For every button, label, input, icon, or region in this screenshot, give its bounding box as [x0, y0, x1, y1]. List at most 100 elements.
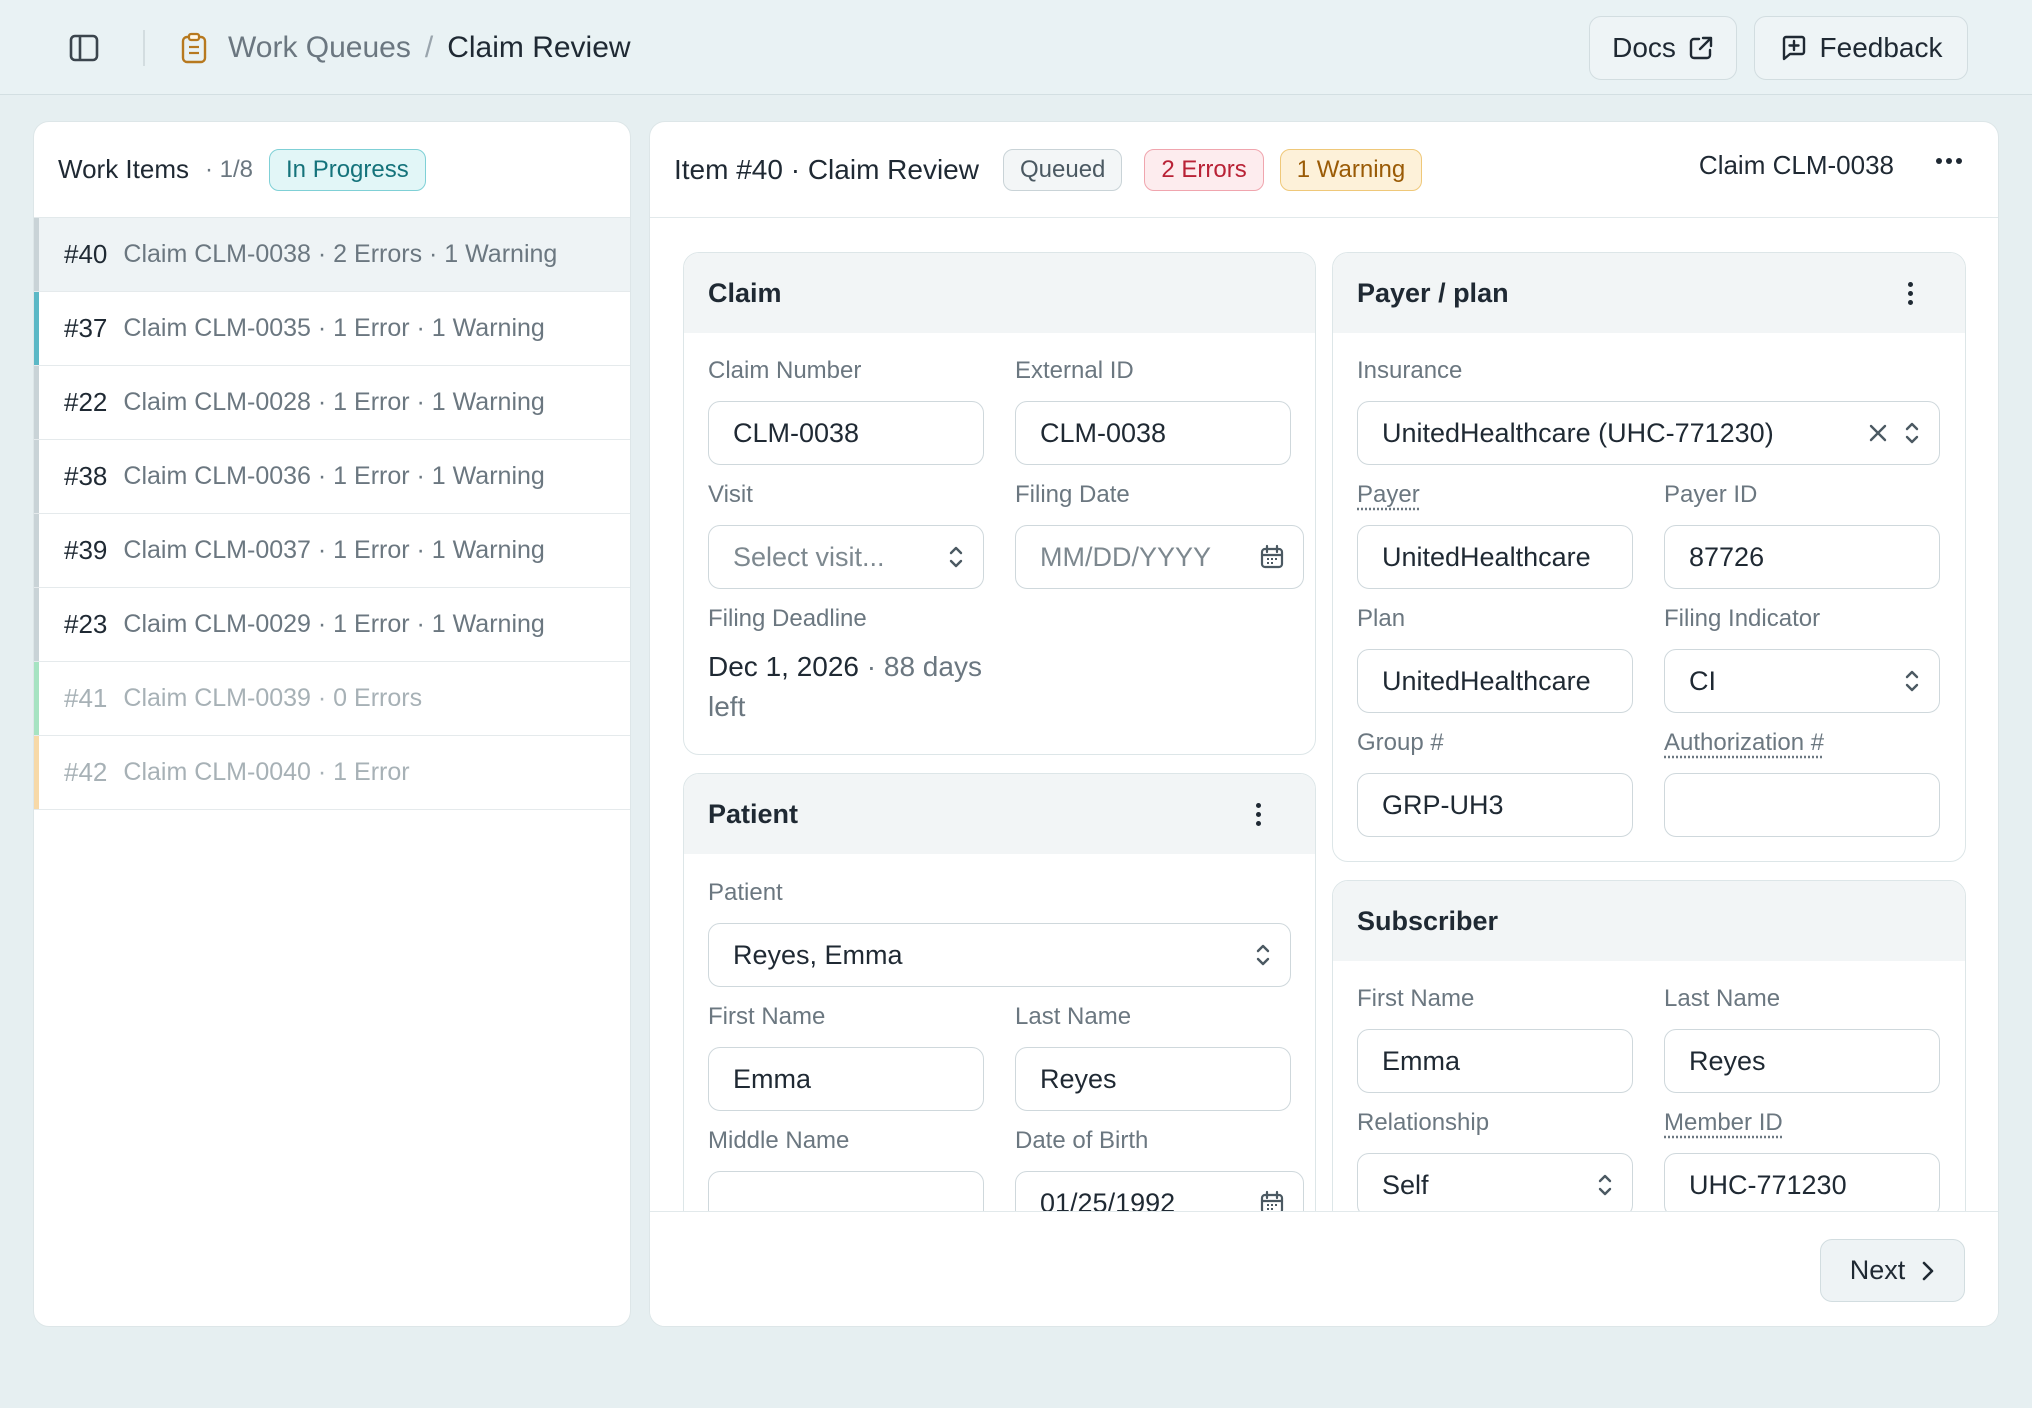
subscriber-last-name-value: Reyes — [1689, 1045, 1766, 1076]
sidebar-toggle-icon[interactable] — [62, 28, 106, 68]
subscriber-last-name-label: Last Name — [1664, 985, 1781, 1012]
plan-field[interactable]: UnitedHealthcare — [1357, 649, 1633, 713]
visit-placeholder: Select visit... — [733, 541, 885, 572]
relationship-label: Relationship — [1357, 1109, 1490, 1136]
work-items-panel: Work Items · 1/8 In Progress #40 Claim CL… — [33, 121, 631, 1327]
patient-card-title: Patient — [708, 798, 799, 829]
authorization-field[interactable] — [1664, 773, 1940, 837]
work-item-number: #39 — [64, 535, 108, 565]
member-id-label: Member ID — [1664, 1109, 1783, 1136]
subscriber-card-title: Subscriber — [1333, 881, 1965, 961]
filing-date-placeholder: MM/DD/YYYY — [1040, 541, 1212, 572]
warnings-badge[interactable]: 1 Warning — [1279, 148, 1423, 191]
insurance-select[interactable]: UnitedHealthcare (UHC-771230) — [1357, 401, 1940, 465]
item-title: Item #40 · Claim Review — [674, 153, 979, 185]
feedback-label: Feedback — [1819, 32, 1943, 63]
payer-plan-card: Payer / plan Insurance UnitedHealthcare … — [1332, 252, 1966, 862]
days-left-suffix: left — [708, 691, 746, 722]
filing-date-field[interactable]: MM/DD/YYYY — [1015, 525, 1304, 589]
claim-detail-panel: Item #40 · Claim Review Queued 2 Errors … — [649, 121, 1999, 1327]
work-item[interactable]: #23 Claim CLM-0029 · 1 Error · 1 Warning — [34, 588, 630, 662]
work-item-number: #22 — [64, 387, 108, 417]
insurance-controls — [1867, 420, 1921, 446]
work-item[interactable]: #39 Claim CLM-0037 · 1 Error · 1 Warning — [34, 514, 630, 588]
breadcrumb-parent[interactable]: Work Queues — [228, 31, 411, 65]
vertical-dots-icon[interactable] — [1243, 797, 1273, 831]
docs-button[interactable]: Docs — [1589, 16, 1737, 80]
work-item[interactable]: #40 Claim CLM-0038 · 2 Errors · 1 Warning — [34, 218, 630, 292]
chevron-up-down-icon — [1903, 668, 1921, 694]
work-item[interactable]: #42 Claim CLM-0040 · 1 Error — [34, 736, 630, 810]
work-item-description: Claim CLM-0038 · 2 Errors · 1 Warning — [123, 240, 558, 268]
filing-indicator-value: CI — [1689, 665, 1716, 696]
next-label: Next — [1849, 1255, 1906, 1285]
more-options-icon[interactable] — [1936, 158, 1962, 164]
errors-badge[interactable]: 2 Errors — [1144, 148, 1264, 191]
subscriber-last-name-field[interactable]: Reyes — [1664, 1029, 1940, 1093]
last-name-field[interactable]: Reyes — [1015, 1047, 1291, 1111]
work-item-accent — [34, 366, 39, 439]
work-item-accent — [34, 218, 39, 291]
work-item[interactable]: #22 Claim CLM-0028 · 1 Error · 1 Warning — [34, 366, 630, 440]
chevron-up-down-icon — [1903, 420, 1921, 446]
subscriber-first-name-field[interactable]: Emma — [1357, 1029, 1633, 1093]
breadcrumb-separator: / — [424, 31, 434, 64]
relationship-value: Self — [1382, 1169, 1429, 1200]
work-items-header: Work Items · 1/8 In Progress — [34, 122, 630, 218]
work-item-number: #42 — [64, 757, 108, 787]
external-id-value: CLM-0038 — [1040, 417, 1167, 448]
first-name-label: First Name — [708, 1003, 826, 1030]
chevron-right-icon — [1921, 1260, 1935, 1282]
last-name-value: Reyes — [1040, 1063, 1117, 1094]
payer-id-field[interactable]: 87726 — [1664, 525, 1940, 589]
work-item-number: #38 — [64, 461, 108, 491]
work-item-list: #40 Claim CLM-0038 · 2 Errors · 1 Warning… — [34, 218, 630, 810]
work-item-number: #40 — [64, 239, 108, 269]
work-item[interactable]: #38 Claim CLM-0036 · 1 Error · 1 Warning — [34, 440, 630, 514]
work-item-accent — [34, 514, 39, 587]
calendar-icon[interactable] — [1259, 544, 1285, 570]
work-item[interactable]: #37 Claim CLM-0035 · 1 Error · 1 Warning — [34, 292, 630, 366]
external-link-icon — [1688, 35, 1714, 61]
group-field[interactable]: GRP-UH3 — [1357, 773, 1633, 837]
filing-indicator-select[interactable]: CI — [1664, 649, 1940, 713]
divider — [143, 30, 145, 66]
insurance-value: UnitedHealthcare (UHC-771230) — [1382, 417, 1774, 448]
work-item-description: Claim CLM-0040 · 1 Error — [123, 758, 410, 786]
work-items-count: · 1/8 — [204, 155, 254, 183]
visit-select[interactable]: Select visit... — [708, 525, 984, 589]
work-item-accent — [34, 292, 39, 365]
filing-date-label: Filing Date — [1015, 481, 1130, 508]
dob-label: Date of Birth — [1015, 1127, 1149, 1154]
first-name-field[interactable]: Emma — [708, 1047, 984, 1111]
claim-number-value: CLM-0038 — [733, 417, 860, 448]
status-badge: In Progress — [269, 148, 426, 191]
payer-value: UnitedHealthcare — [1382, 541, 1591, 572]
breadcrumb-current: Claim Review — [447, 31, 631, 64]
payer-card-header: Payer / plan — [1333, 253, 1965, 333]
relationship-select[interactable]: Self — [1357, 1153, 1633, 1217]
claim-number-field[interactable]: CLM-0038 — [708, 401, 984, 465]
external-id-field[interactable]: CLM-0038 — [1015, 401, 1291, 465]
next-button[interactable]: Next — [1820, 1239, 1965, 1302]
vertical-dots-icon[interactable] — [1895, 276, 1925, 310]
work-item-description: Claim CLM-0036 · 1 Error · 1 Warning — [123, 462, 545, 490]
work-item-number: #23 — [64, 609, 108, 639]
chevron-up-down-icon — [1596, 1172, 1614, 1198]
filing-deadline-date: Dec 1, 2026 — [708, 651, 859, 682]
filing-deadline-value: Dec 1, 2026 · 88 days left — [708, 647, 982, 727]
member-id-value: UHC-771230 — [1689, 1169, 1847, 1200]
payer-card-title: Payer / plan — [1357, 277, 1509, 308]
payer-field[interactable]: UnitedHealthcare — [1357, 525, 1633, 589]
middle-name-label: Middle Name — [708, 1127, 850, 1154]
work-item-description: Claim CLM-0029 · 1 Error · 1 Warning — [123, 610, 545, 638]
breadcrumb: Work Queues / Claim Review — [180, 28, 631, 68]
queued-badge: Queued — [1002, 148, 1123, 191]
feedback-button[interactable]: Feedback — [1754, 16, 1968, 80]
work-item[interactable]: #41 Claim CLM-0039 · 0 Errors — [34, 662, 630, 736]
member-id-field[interactable]: UHC-771230 — [1664, 1153, 1940, 1217]
chevron-up-down-icon — [1254, 942, 1272, 968]
days-left: · 88 days — [866, 651, 982, 682]
patient-select[interactable]: Reyes, Emma — [708, 923, 1291, 987]
clear-icon[interactable] — [1867, 422, 1889, 444]
